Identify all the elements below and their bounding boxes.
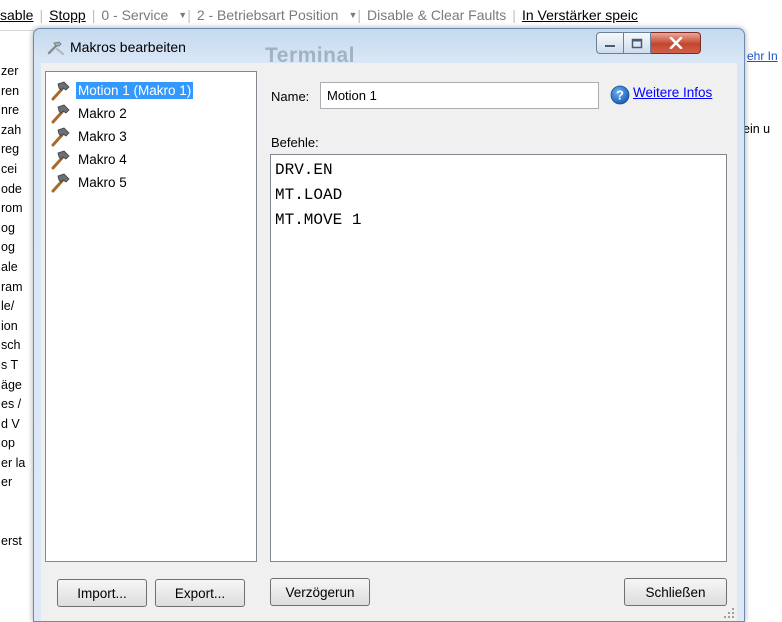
more-info-link[interactable]: Weitere Infos bbox=[633, 85, 712, 100]
close-window-button[interactable] bbox=[651, 32, 701, 54]
name-input[interactable] bbox=[320, 82, 599, 109]
macro-tree-item-label: Makro 5 bbox=[78, 175, 127, 190]
name-label: Name: bbox=[271, 89, 310, 104]
hammer-icon bbox=[51, 81, 70, 101]
hammer-icon bbox=[51, 127, 70, 147]
background-more-info-link[interactable]: ehr In bbox=[747, 49, 778, 63]
background-toolbar-item[interactable]: 0 - Service bbox=[95, 7, 174, 23]
minimize-button[interactable] bbox=[596, 32, 624, 54]
maximize-icon bbox=[631, 38, 643, 48]
dialog-title: Makros bearbeiten bbox=[70, 39, 186, 55]
maximize-button[interactable] bbox=[624, 32, 651, 54]
chevron-down-icon[interactable]: ▼ bbox=[348, 10, 357, 20]
delay-button[interactable]: Verzögerun bbox=[270, 578, 370, 606]
macro-tree-item[interactable]: Makro 5 bbox=[50, 172, 129, 193]
chevron-down-icon[interactable]: ▼ bbox=[178, 10, 187, 20]
hammer-icon bbox=[51, 173, 70, 193]
background-toolbar: sable | Stopp | 0 - Service ▼ | 2 - Betriebsart… bbox=[0, 0, 782, 31]
background-toolbar-item[interactable]: 2 - Betriebsart Position bbox=[191, 7, 345, 23]
dialog-titlebar[interactable]: Makros bearbeiten Terminal bbox=[34, 29, 744, 67]
import-button[interactable]: Import... bbox=[57, 579, 147, 607]
macro-tree-item[interactable]: Makro 2 bbox=[50, 103, 129, 124]
export-button[interactable]: Export... bbox=[155, 579, 245, 607]
background-toolbar-item[interactable]: Disable & Clear Faults bbox=[361, 7, 512, 23]
help-icon[interactable]: ? bbox=[610, 85, 630, 105]
macro-tree-item[interactable]: Motion 1 (Makro 1) bbox=[50, 80, 194, 101]
macro-tree[interactable]: Motion 1 (Makro 1) Makro 2 Makro 3 Makro 4 M… bbox=[45, 71, 257, 562]
macro-tree-item-label: Makro 3 bbox=[78, 129, 127, 144]
hammer-icon bbox=[51, 150, 70, 170]
macro-tree-item-label: Makro 2 bbox=[78, 106, 127, 121]
background-toolbar-item[interactable]: Stopp bbox=[43, 7, 92, 23]
minimize-icon bbox=[605, 45, 615, 47]
svg-text:?: ? bbox=[616, 88, 624, 103]
macro-tree-item[interactable]: Makro 4 bbox=[50, 149, 129, 170]
dialog-client-area: Motion 1 (Makro 1) Makro 2 Makro 3 Makro 4 M… bbox=[41, 63, 737, 621]
macro-tree-item[interactable]: Makro 3 bbox=[50, 126, 129, 147]
macro-tree-item-label: Motion 1 (Makro 1) bbox=[76, 82, 194, 99]
tools-icon bbox=[47, 41, 64, 55]
commands-label: Befehle: bbox=[271, 135, 319, 150]
close-icon bbox=[669, 37, 682, 49]
commands-textarea[interactable]: DRV.EN MT.LOAD MT.MOVE 1 bbox=[270, 154, 727, 562]
resize-grip-icon[interactable] bbox=[723, 607, 735, 619]
background-toolbar-item[interactable]: sable bbox=[0, 7, 39, 23]
hammer-icon bbox=[51, 104, 70, 124]
background-text-fragment: ein u bbox=[743, 122, 771, 136]
macro-tree-item-label: Makro 4 bbox=[78, 152, 127, 167]
close-button[interactable]: Schließen bbox=[624, 578, 727, 606]
background-toolbar-item[interactable]: In Verstärker speic bbox=[516, 7, 644, 23]
makros-dialog: Makros bearbeiten Terminal Motion 1 (Mak… bbox=[33, 28, 745, 622]
